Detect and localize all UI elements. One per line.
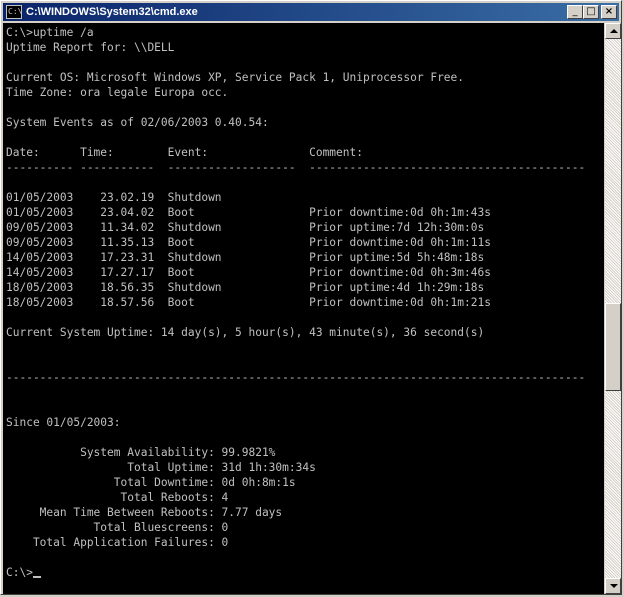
- console-line: Total Application Failures: 0: [6, 536, 229, 549]
- scroll-thumb[interactable]: [605, 303, 621, 391]
- console-line: Total Uptime: 31d 1h:30m:34s: [6, 461, 316, 474]
- console-line: 14/05/2003 17.27.17 Boot Prior downtime:…: [6, 266, 491, 279]
- maximize-button[interactable]: □: [583, 5, 599, 19]
- console-line: 01/05/2003 23.04.02 Boot Prior downtime:…: [6, 206, 491, 219]
- title-bar[interactable]: C:\ C:\WINDOWS\System32\cmd.exe _ □ ×: [3, 3, 619, 21]
- scroll-down-button[interactable]: [605, 578, 621, 594]
- arrow-down-icon: [610, 584, 618, 588]
- console-line: ---------- ----------- -----------------…: [6, 161, 586, 174]
- minimize-button[interactable]: _: [567, 5, 583, 19]
- arrow-up-icon: [610, 29, 618, 33]
- console-output[interactable]: C:\>uptime /a Uptime Report for: \\DELL …: [3, 23, 604, 594]
- console-line: 09/05/2003 11.35.13 Boot Prior downtime:…: [6, 236, 491, 249]
- console-line: Total Reboots: 4: [6, 491, 229, 504]
- console-line: 01/05/2003 23.02.19 Shutdown: [6, 191, 222, 204]
- cmd-app-icon[interactable]: C:\: [6, 5, 22, 19]
- cmd-window: C:\ C:\WINDOWS\System32\cmd.exe _ □ × C:…: [0, 0, 622, 595]
- console-line: 18/05/2003 18.56.35 Shutdown Prior uptim…: [6, 281, 485, 294]
- console-text: C:\>uptime /a Uptime Report for: \\DELL …: [3, 23, 604, 580]
- console-line: Date: Time: Event: Comment:: [6, 146, 363, 159]
- console-line: 09/05/2003 11.34.02 Shutdown Prior uptim…: [6, 221, 485, 234]
- console-line: Uptime Report for: \\DELL: [6, 41, 175, 54]
- console-line: ----------------------------------------…: [6, 371, 586, 384]
- console-line: Current OS: Microsoft Windows XP, Servic…: [6, 71, 465, 84]
- console-line: 18/05/2003 18.57.56 Boot Prior downtime:…: [6, 296, 491, 309]
- console-line: Total Bluescreens: 0: [6, 521, 229, 534]
- console-line: System Availability: 99.9821%: [6, 446, 276, 459]
- console-line: Total Downtime: 0d 0h:8m:1s: [6, 476, 296, 489]
- console-line: C:\>uptime /a: [6, 26, 94, 39]
- scroll-up-button[interactable]: [605, 23, 621, 39]
- console-line: Time Zone: ora legale Europa occ.: [6, 86, 229, 99]
- console-line: C:\>: [6, 566, 33, 579]
- close-button[interactable]: ×: [601, 5, 617, 19]
- console-line: Mean Time Between Reboots: 7.77 days: [6, 506, 283, 519]
- console-line: System Events as of 02/06/2003 0.40.54:: [6, 116, 269, 129]
- window-title: C:\WINDOWS\System32\cmd.exe: [26, 6, 198, 18]
- console-line: 14/05/2003 17.23.31 Shutdown Prior uptim…: [6, 251, 485, 264]
- text-cursor: [32, 576, 41, 578]
- vertical-scrollbar[interactable]: [605, 23, 621, 594]
- console-line: Current System Uptime: 14 day(s), 5 hour…: [6, 326, 485, 339]
- title-buttons: _ □ ×: [567, 5, 617, 19]
- console-line: Since 01/05/2003:: [6, 416, 121, 429]
